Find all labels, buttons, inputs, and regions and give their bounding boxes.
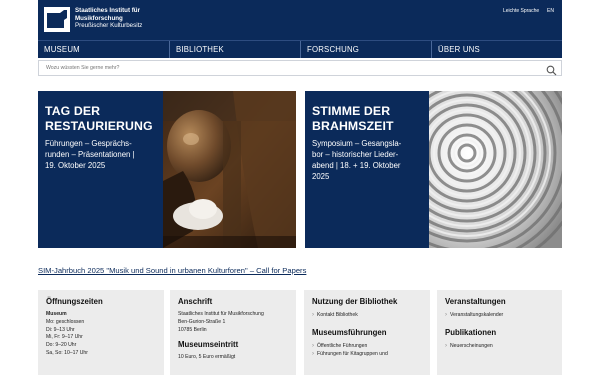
teaser-subtitle-line: 19. Oktober 2025 (45, 161, 106, 170)
contact-library-link[interactable]: Kontakt Bibliothek (312, 311, 422, 319)
teaser-restaurierung[interactable]: TAG DER RESTAURIERUNG Führungen – Gesprä… (38, 91, 296, 248)
site-header: Staatliches Institut für Musikforschung … (0, 0, 600, 40)
teaser-brahmszeit[interactable]: STIMME DER BRAHMSZEIT Symposium – Gesang… (305, 91, 562, 248)
language-switch-link[interactable]: EN (547, 8, 554, 14)
teaser-subtitle: Symposium – Gesangsla- bor – historische… (312, 138, 421, 182)
card-library: Nutzung der Bibliothek Kontakt Bibliothe… (304, 290, 430, 375)
card-title: Veranstaltungen (445, 297, 506, 306)
teaser-subtitle-line: abend | 18. + 19. Oktober (312, 161, 401, 170)
kita-tours-link[interactable]: Führungen für Kitagruppen und (312, 350, 422, 358)
public-tours-link[interactable]: Öffentliche Führungen (312, 342, 422, 350)
institution-name[interactable]: Staatliches Institut für Musikforschung … (75, 7, 142, 30)
opening-hours-line: Sa, So: 10–17 Uhr (46, 349, 88, 356)
address-line: Ben-Gurion-Straße 1 (178, 318, 226, 325)
card-title: Nutzung der Bibliothek (312, 297, 398, 306)
opening-hours-line: Di: 9–13 Uhr (46, 326, 75, 333)
card-address: Anschrift Staatliches Institut für Musik… (170, 290, 296, 375)
card-events: Veranstaltungen Veranstaltungskalender P… (437, 290, 562, 375)
teaser-text-panel: TAG DER RESTAURIERUNG Führungen – Gesprä… (38, 91, 163, 248)
opening-hours-section: Museum (46, 311, 67, 317)
card-title: Öffnungszeiten (46, 297, 103, 306)
event-calendar-link[interactable]: Veranstaltungskalender (445, 311, 554, 319)
teaser-title-line: RESTAURIERUNG (45, 118, 153, 133)
teaser-title-line: TAG DER (45, 104, 101, 118)
institution-line2: Musikforschung (75, 14, 123, 22)
opening-hours-line: Mi, Fr: 9–17 Uhr (46, 334, 83, 341)
eagle-logo-icon (47, 10, 67, 28)
teaser-title-line: BRAHMSZEIT (312, 118, 394, 133)
teaser-subtitle-line: bor – historischer Lieder- (312, 150, 399, 159)
institution-line3: Preußischer Kulturbesitz (75, 22, 143, 30)
institution-line1: Staatliches Institut für (75, 7, 140, 14)
teaser-subtitle-line: Führungen – Gesprächs- (45, 139, 132, 148)
teaser-title: TAG DER RESTAURIERUNG (45, 97, 155, 133)
soundwave-photo (429, 91, 562, 248)
search-icon (546, 65, 557, 76)
address-block: Staatliches Institut für Musikforschung … (178, 311, 288, 334)
teaser-title-line: STIMME DER (312, 104, 391, 118)
opening-hours-list: Museum Mo: geschlossen Di: 9–13 Uhr Mi, … (46, 311, 156, 358)
restoration-photo (163, 91, 296, 248)
opening-hours-line: Do: 9–20 Uhr (46, 342, 77, 349)
card-title: Anschrift (178, 297, 213, 306)
card-title-publications: Publikationen (445, 328, 497, 337)
teaser-subtitle: Führungen – Gesprächs- runden – Präsenta… (45, 138, 155, 171)
search-bar (38, 60, 562, 76)
nav-item-ueber-uns[interactable]: ÜBER UNS (431, 41, 562, 58)
teaser-text-panel: STIMME DER BRAHMSZEIT Symposium – Gesang… (305, 91, 429, 248)
call-for-papers-link[interactable]: SIM-Jahrbuch 2025 "Musik und Sound in ur… (38, 266, 306, 275)
opening-hours-line: Mo: geschlossen (46, 318, 85, 325)
new-publications-link[interactable]: Neuerscheinungen (445, 342, 554, 350)
address-line: 10785 Berlin (178, 326, 207, 333)
search-input[interactable] (39, 61, 539, 75)
main-navigation: MUSEUM BIBLIOTHEK FORSCHUNG ÜBER UNS (38, 40, 562, 58)
easy-language-link[interactable]: Leichte Sprache (503, 8, 539, 14)
institute-logo[interactable] (44, 7, 70, 32)
teaser-subtitle-line: 2025 (312, 172, 330, 181)
teaser-title: STIMME DER BRAHMSZEIT (312, 97, 421, 133)
card-title-admission: Museumseintritt (178, 340, 239, 350)
card-title-tours: Museumsführungen (312, 328, 387, 337)
teaser-subtitle-line: runden – Präsentationen | (45, 150, 135, 159)
card-opening-hours: Öffnungszeiten Museum Mo: geschlossen Di… (38, 290, 164, 375)
admission-price: 10 Euro, 5 Euro ermäßigt (178, 354, 236, 361)
nav-item-bibliothek[interactable]: BIBLIOTHEK (169, 41, 300, 58)
nav-item-museum[interactable]: MUSEUM (38, 41, 169, 58)
search-button[interactable] (546, 63, 557, 76)
address-line: Staatliches Institut für Musikforschung (178, 311, 264, 317)
nav-item-forschung[interactable]: FORSCHUNG (300, 41, 431, 58)
teaser-subtitle-line: Symposium – Gesangsla- (312, 139, 402, 148)
